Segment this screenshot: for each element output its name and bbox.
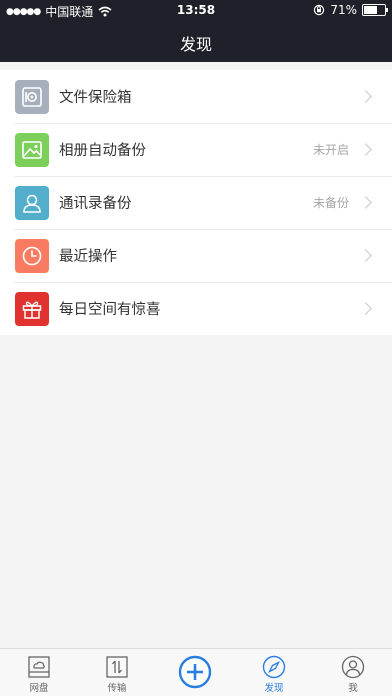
tab-label: 我 (348, 683, 358, 694)
list-item-label: 最近操作 (59, 249, 117, 265)
status-bar: ●●●●● 中国联通 13:58 71% (0, 0, 392, 20)
tab-label: 网盘 (29, 683, 49, 694)
list-item-status: 未备份 (312, 196, 349, 210)
list-item-contacts-backup[interactable]: 通讯录备份 未备份 (0, 176, 392, 229)
chevron-right-icon (359, 302, 372, 315)
plus-icon[interactable] (178, 655, 212, 689)
top-bar: ●●●●● 中国联通 13:58 71% 发现 (0, 0, 392, 62)
tab-profile[interactable]: 我 (314, 649, 392, 696)
tab-label: 发现 (264, 683, 284, 694)
bottom-tab-bar: 网盘 传输 发现 我 (0, 648, 392, 696)
page-title: 发现 (179, 35, 212, 54)
compass-icon (262, 655, 286, 679)
list-item-label: 通讯录备份 (59, 196, 132, 212)
cloud-disk-icon (28, 656, 50, 678)
list-item-label: 文件保险箱 (59, 90, 132, 106)
list-item-recent-actions[interactable]: 最近操作 (0, 229, 392, 282)
safe-icon (15, 79, 49, 114)
list-item-label: 每日空间有惊喜 (59, 302, 161, 318)
chevron-right-icon (359, 90, 372, 103)
battery-icon (362, 4, 388, 16)
tab-discover[interactable]: 发现 (235, 649, 313, 696)
chevron-right-icon (359, 196, 372, 209)
chevron-right-icon (359, 143, 372, 156)
list-item-label: 相册自动备份 (59, 143, 146, 159)
tab-cloud-disk[interactable]: 网盘 (0, 649, 78, 696)
list-item-status: 未开启 (312, 143, 349, 157)
list-item-daily-surprise[interactable]: 每日空间有惊喜 (0, 282, 392, 335)
contact-icon (15, 185, 49, 220)
transfer-icon (106, 656, 128, 678)
discover-list: 文件保险箱 相册自动备份 未开启 通讯录备份 未备份 最近操作 每日空间有惊喜 (0, 70, 392, 335)
clock-icon (15, 238, 49, 273)
tab-label: 传输 (107, 683, 127, 694)
list-item-file-safe[interactable]: 文件保险箱 (0, 70, 392, 123)
list-item-photo-backup[interactable]: 相册自动备份 未开启 (0, 123, 392, 176)
battery-percent: 71% (330, 3, 357, 17)
chevron-right-icon (359, 249, 372, 262)
profile-icon (341, 655, 365, 679)
rotation-lock-icon (314, 4, 325, 16)
photo-icon (15, 132, 49, 167)
gift-icon (15, 291, 49, 326)
tab-transfer[interactable]: 传输 (78, 649, 156, 696)
